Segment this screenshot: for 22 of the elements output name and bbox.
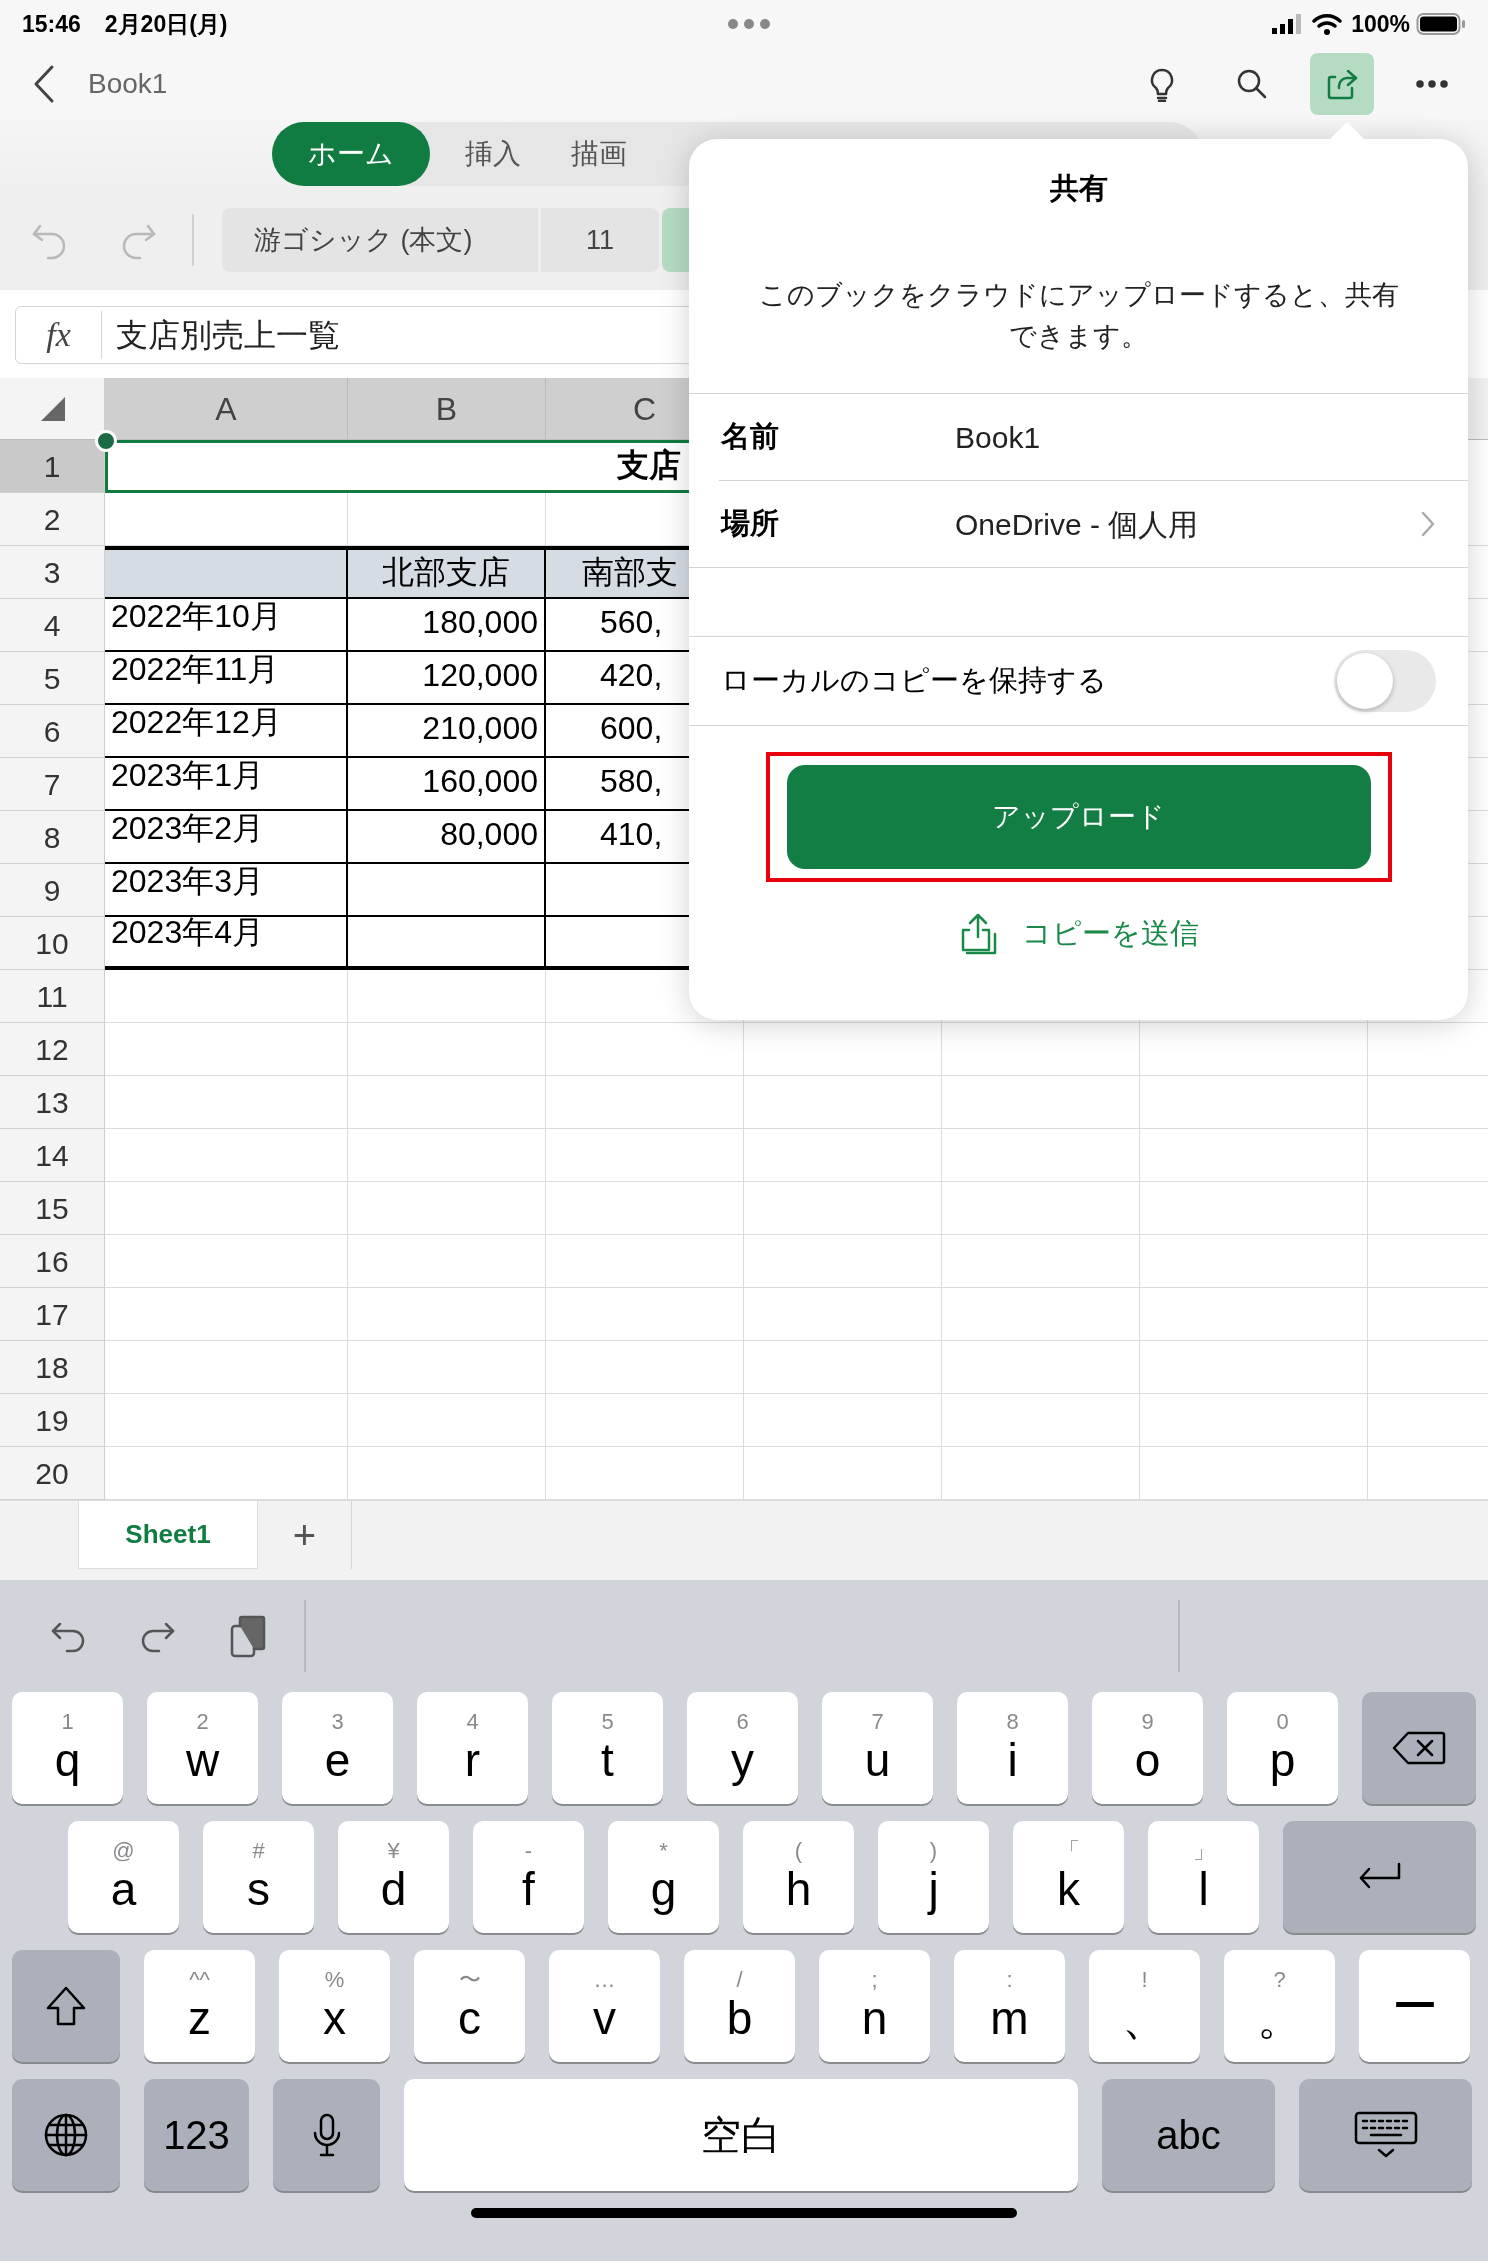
table-cell: 80,000 [348,811,546,864]
table-cell: 210,000 [348,705,546,758]
table-cell: 2023年2月 [105,811,348,864]
table-cell: 2023年3月 [105,864,348,917]
table-cell: 120,000 [348,652,546,705]
header-cell: 北部支店 [348,546,546,599]
field-value: Book1 [955,419,1042,456]
table-cell: 2022年10月 [105,599,348,652]
table-cell: 2022年12月 [105,705,348,758]
popover-title: 共有 [1048,171,1109,206]
table-cell: 2023年4月 [105,917,348,970]
table-cell: 2022年11月 [105,652,348,705]
table-cell: 2023年1月 [105,758,348,811]
document-title: Book1 [88,67,168,101]
field-label: 場所 [721,506,780,542]
formula-label: fx [16,311,102,359]
table-cell: 180,000 [348,599,546,652]
status-time: 15:46 [22,9,81,39]
table-cell: 160,000 [348,758,546,811]
formula-text: 支店別売上一覧 [116,316,340,355]
status-date: 2月20日(月) [104,9,228,39]
battery-percent: 100% [1351,9,1410,39]
